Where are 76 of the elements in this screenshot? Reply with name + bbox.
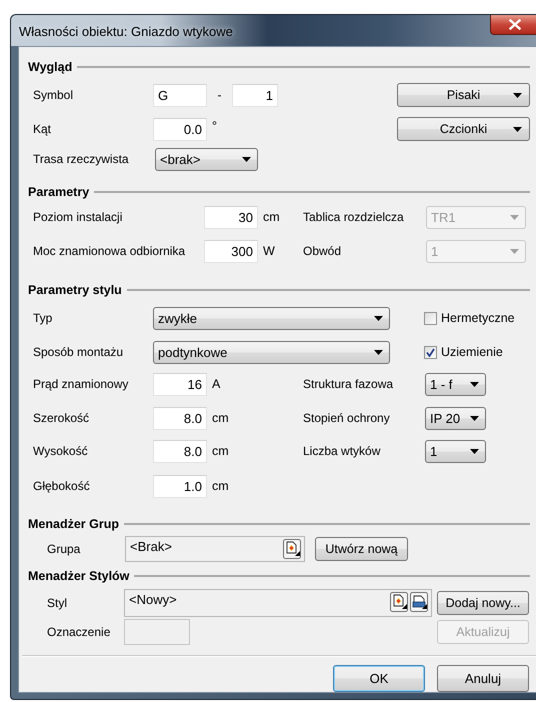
section-title: Menadżer Stylów [28, 569, 130, 583]
field-label: Tablica rozdzielcza [303, 210, 405, 224]
caret-icon [374, 316, 383, 320]
section-title: Menadżer Grup [28, 517, 119, 531]
caret-icon [470, 382, 479, 386]
dropdown[interactable]: IP 20 [425, 406, 486, 430]
document-icon[interactable] [390, 592, 408, 612]
field-label: Szerokość [32, 411, 90, 425]
number-field[interactable]: 1 [232, 84, 278, 106]
field-label: Oznaczenie [46, 625, 112, 639]
ok-button[interactable]: OK [333, 665, 425, 692]
close-icon [509, 19, 521, 30]
field-label: Kąt [32, 122, 52, 136]
stack-icon[interactable] [410, 592, 428, 612]
angle-field[interactable]: 0.0 [153, 118, 207, 140]
fonts-dropdown-button[interactable]: Czcionki [397, 117, 530, 141]
caret-icon [510, 248, 519, 254]
value-field[interactable]: 30 [204, 206, 258, 228]
field-label: Typ [32, 311, 54, 325]
section-title: Parametry [28, 185, 90, 199]
document-icon[interactable] [283, 539, 301, 559]
value-field[interactable]: 8.0 [153, 440, 207, 462]
caret-icon [513, 127, 522, 132]
dropdown[interactable]: podtynkowe [153, 340, 390, 364]
unit-label: A [211, 377, 222, 391]
field-label: Prąd znamionowy [32, 377, 130, 391]
caret-icon [513, 93, 522, 98]
checkbox[interactable] [424, 312, 437, 324]
field-label: Moc znamionowa odbiornika [32, 244, 186, 258]
unit-label: cm [211, 411, 230, 425]
value-field[interactable]: 1.0 [153, 474, 207, 498]
style-field[interactable]: <Nowy> [124, 589, 432, 617]
field-label: Głębokość [32, 479, 91, 493]
close-button[interactable] [490, 15, 536, 35]
section-title: Wygląd [28, 60, 72, 74]
dropdown[interactable]: zwykłe [153, 306, 390, 330]
route-dropdown[interactable]: <brak> [155, 148, 258, 170]
add-new-button[interactable]: Dodaj nowy... [437, 591, 529, 615]
unit-label: W [262, 244, 276, 258]
pens-dropdown-button[interactable]: Pisaki [397, 83, 530, 107]
caret-icon [374, 350, 383, 354]
checkbox[interactable] [424, 346, 437, 358]
unit-label: cm [211, 444, 230, 458]
window-title: Własności obiektu: Gniazdo wtykowe [19, 24, 233, 39]
value-field[interactable]: 16 [153, 372, 207, 396]
separator-text: - [216, 88, 222, 102]
value-field[interactable]: 300 [204, 240, 258, 262]
checkbox-label: Uziemienie [441, 345, 503, 359]
field-label: Struktura fazowa [303, 377, 394, 391]
field-label: Stopień ochrony [303, 411, 391, 425]
caret-icon [242, 156, 251, 162]
caret-icon [470, 448, 479, 454]
group-field[interactable]: <Brak> [125, 536, 305, 562]
value-field[interactable]: 8.0 [153, 406, 207, 430]
dropdown[interactable]: 1 - f [425, 372, 486, 396]
dropdown[interactable]: 1 [425, 440, 486, 462]
field-label: Poziom instalacji [32, 210, 124, 224]
create-new-button[interactable]: Utwórz nową [315, 537, 408, 561]
field-label: Liczba wtyków [303, 444, 382, 458]
unit-label: cm [211, 479, 230, 493]
check-icon [426, 348, 435, 356]
caret-icon [510, 214, 519, 220]
symbol-field[interactable]: G [153, 84, 207, 106]
unit-label: ° [211, 119, 217, 133]
caret-icon [470, 416, 479, 420]
checkbox-label: Hermetyczne [441, 311, 515, 325]
section-title: Parametry stylu [28, 283, 122, 297]
unit-label: cm [262, 210, 281, 224]
field-label: Obwód [303, 244, 342, 258]
field-label: Sposób montażu [32, 345, 124, 359]
field-label: Styl [46, 596, 68, 610]
field-label: Trasa rzeczywista [32, 152, 130, 166]
cancel-button[interactable]: Anuluj [437, 665, 529, 692]
field-label: Symbol [32, 88, 74, 102]
field-label: Wysokość [32, 444, 89, 458]
field-label: Grupa [46, 542, 82, 556]
